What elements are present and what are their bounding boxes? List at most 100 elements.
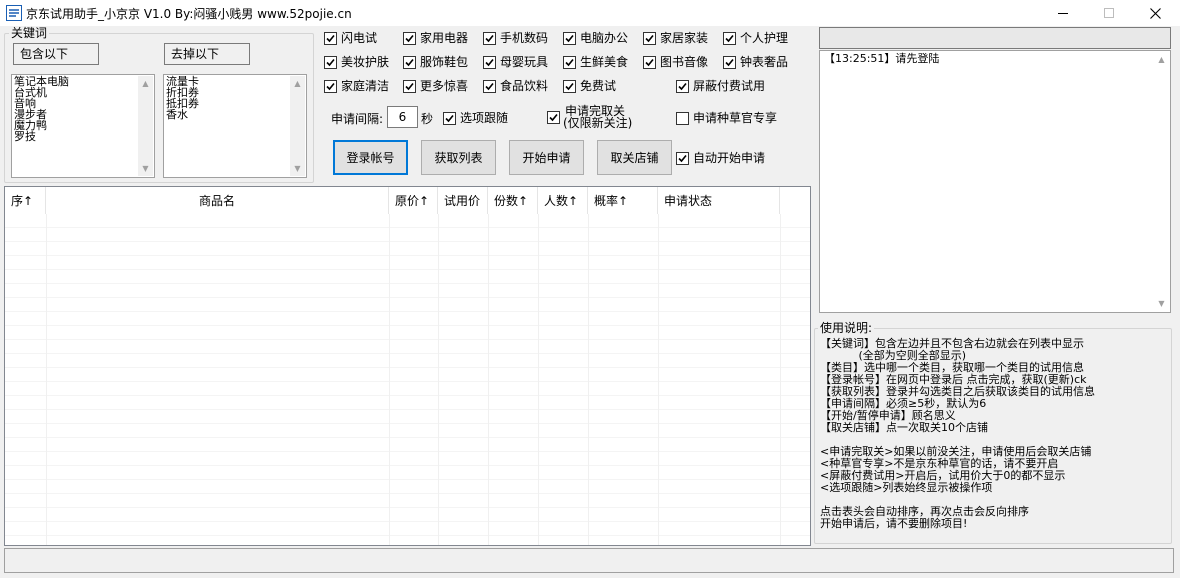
column-header-copies[interactable]: 份数↑ — [488, 187, 538, 214]
minimize-icon — [1058, 13, 1068, 14]
checkmark-icon — [445, 114, 454, 122]
include-keyword-list[interactable]: 笔记本电脑 台式机 音响 漫步者 魔力鸭 罗技 ▲ ▼ — [11, 74, 155, 178]
category-checkbox[interactable]: 电脑办公 — [563, 30, 628, 46]
checkbox-box[interactable] — [483, 31, 496, 45]
category-checkbox[interactable]: 食品饮料 — [483, 78, 548, 94]
status-bar — [4, 548, 1174, 573]
close-button[interactable] — [1132, 0, 1178, 26]
category-checkbox[interactable]: 服饰鞋包 — [403, 54, 468, 70]
checkmark-icon — [678, 154, 687, 162]
follow-label: 选项跟随 — [460, 111, 509, 125]
checkbox-box[interactable] — [643, 55, 656, 69]
checkbox-box[interactable] — [563, 55, 576, 69]
column-header-trial-price[interactable]: 试用价 — [438, 187, 488, 214]
category-checkbox[interactable]: 免费试 — [563, 78, 616, 94]
column-header-index[interactable]: 序↑ — [5, 187, 46, 214]
category-label: 钟表奢品 — [740, 55, 789, 69]
column-header-price[interactable]: 原价↑ — [389, 187, 438, 214]
maximize-button[interactable] — [1086, 0, 1132, 26]
minimize-button[interactable] — [1040, 0, 1086, 26]
get-list-button[interactable]: 获取列表 — [421, 140, 496, 175]
table-empty-row — [5, 214, 810, 228]
checkbox-box[interactable] — [403, 55, 416, 69]
category-checkbox[interactable]: 母婴玩具 — [483, 54, 548, 70]
category-checkbox[interactable]: 家居家装 — [643, 30, 708, 46]
category-checkbox[interactable]: 手机数码 — [483, 30, 548, 46]
category-checkbox[interactable]: 家用电器 — [403, 30, 468, 46]
table-empty-row — [5, 424, 810, 438]
checkbox-box[interactable] — [723, 55, 736, 69]
category-checkbox[interactable]: 更多惊喜 — [403, 78, 468, 94]
table-empty-row — [5, 466, 810, 480]
checkbox-box[interactable] — [547, 111, 560, 124]
interval-input[interactable]: 6 — [387, 106, 418, 128]
category-label: 母婴玩具 — [500, 55, 549, 69]
category-checkbox[interactable]: 个人护理 — [723, 30, 788, 46]
column-header-status[interactable]: 申请状态 — [658, 187, 780, 214]
include-list-scrollbar[interactable]: ▲ ▼ — [138, 76, 153, 176]
exclude-list-scrollbar[interactable]: ▲ ▼ — [290, 76, 305, 176]
checkbox-box[interactable] — [483, 55, 496, 69]
category-label: 食品饮料 — [500, 79, 549, 93]
category-checkbox[interactable]: 钟表奢品 — [723, 54, 788, 70]
exclude-keyword-text[interactable]: 流量卡 折扣券 抵扣券 香水 — [164, 75, 306, 121]
auto-start-checkbox[interactable]: 自动开始申请 — [676, 150, 765, 166]
checkbox-box[interactable] — [483, 79, 496, 93]
checkbox-box[interactable] — [443, 111, 456, 125]
unfollow-shops-button[interactable]: 取关店铺 — [597, 140, 672, 175]
include-keyword-text[interactable]: 笔记本电脑 台式机 音响 漫步者 魔力鸭 罗技 — [12, 75, 154, 143]
close-icon — [1149, 7, 1161, 19]
table-empty-row — [5, 298, 810, 312]
table-empty-row — [5, 312, 810, 326]
scroll-down-icon[interactable]: ▼ — [138, 161, 153, 176]
checkbox-box[interactable] — [324, 31, 337, 45]
category-checkbox[interactable]: 闪电试 — [324, 30, 377, 46]
scroll-up-icon[interactable]: ▲ — [290, 76, 305, 91]
exclude-label: 去掉以下 — [164, 43, 250, 65]
log-scrollbar[interactable]: ▲ ▼ — [1154, 52, 1169, 311]
checkbox-box[interactable] — [563, 79, 576, 93]
checkmark-icon — [565, 34, 574, 42]
checkmark-icon — [485, 34, 494, 42]
table-empty-row — [5, 242, 810, 256]
exclude-keyword-list[interactable]: 流量卡 折扣券 抵扣券 香水 ▲ ▼ — [163, 74, 307, 178]
checkbox-box[interactable] — [563, 31, 576, 45]
category-label: 生鲜美食 — [580, 55, 629, 69]
checkbox-box[interactable] — [643, 31, 656, 45]
trial-list-table[interactable]: 序↑ 商品名 原价↑ 试用价 份数↑ 人数↑ 概率↑ 申请状态 — [4, 186, 811, 546]
checkbox-box[interactable] — [676, 111, 689, 125]
category-checkbox[interactable]: 美妆护肤 — [324, 54, 389, 70]
category-checkbox[interactable]: 家庭清洁 — [324, 78, 389, 94]
column-header-name[interactable]: 商品名 — [46, 187, 389, 214]
checkmark-icon — [405, 82, 414, 90]
checkbox-box[interactable] — [723, 31, 736, 45]
checkbox-box[interactable] — [324, 55, 337, 69]
category-label: 服饰鞋包 — [420, 55, 469, 69]
follow-checkbox[interactable]: 选项跟随 — [443, 110, 508, 126]
checkbox-box[interactable] — [403, 79, 416, 93]
scroll-down-icon[interactable]: ▼ — [1154, 296, 1169, 311]
keyword-group-title: 关键词 — [9, 26, 50, 40]
checkbox-box[interactable] — [403, 31, 416, 45]
scroll-up-icon[interactable]: ▲ — [138, 76, 153, 91]
category-checkbox[interactable]: 生鲜美食 — [563, 54, 628, 70]
checkbox-box[interactable] — [676, 79, 689, 93]
include-label: 包含以下 — [13, 43, 99, 65]
column-header-probability[interactable]: 概率↑ — [588, 187, 658, 214]
log-content: 【13:25:51】请先登陆 — [824, 53, 939, 65]
login-button[interactable]: 登录帐号 — [333, 140, 408, 175]
checkbox-box[interactable] — [324, 79, 337, 93]
column-header-people[interactable]: 人数↑ — [538, 187, 588, 214]
category-checkbox[interactable]: 图书音像 — [643, 54, 708, 70]
scroll-down-icon[interactable]: ▼ — [290, 161, 305, 176]
table-column-divider — [488, 214, 489, 545]
block-paid-checkbox[interactable]: 屏蔽付费试用 — [676, 78, 765, 94]
checkbox-box[interactable] — [676, 151, 689, 165]
start-apply-button[interactable]: 开始申请 — [509, 140, 584, 175]
unfollow-after-apply-checkbox[interactable]: 申请完取关 (仅限新关注) — [547, 104, 647, 132]
grass-exclusive-checkbox[interactable]: 申请种草官专享 — [676, 110, 777, 126]
log-panel[interactable]: 【13:25:51】请先登陆 ▲ ▼ — [819, 50, 1171, 313]
category-label: 更多惊喜 — [420, 79, 469, 93]
table-empty-row — [5, 508, 810, 522]
scroll-up-icon[interactable]: ▲ — [1154, 52, 1169, 67]
